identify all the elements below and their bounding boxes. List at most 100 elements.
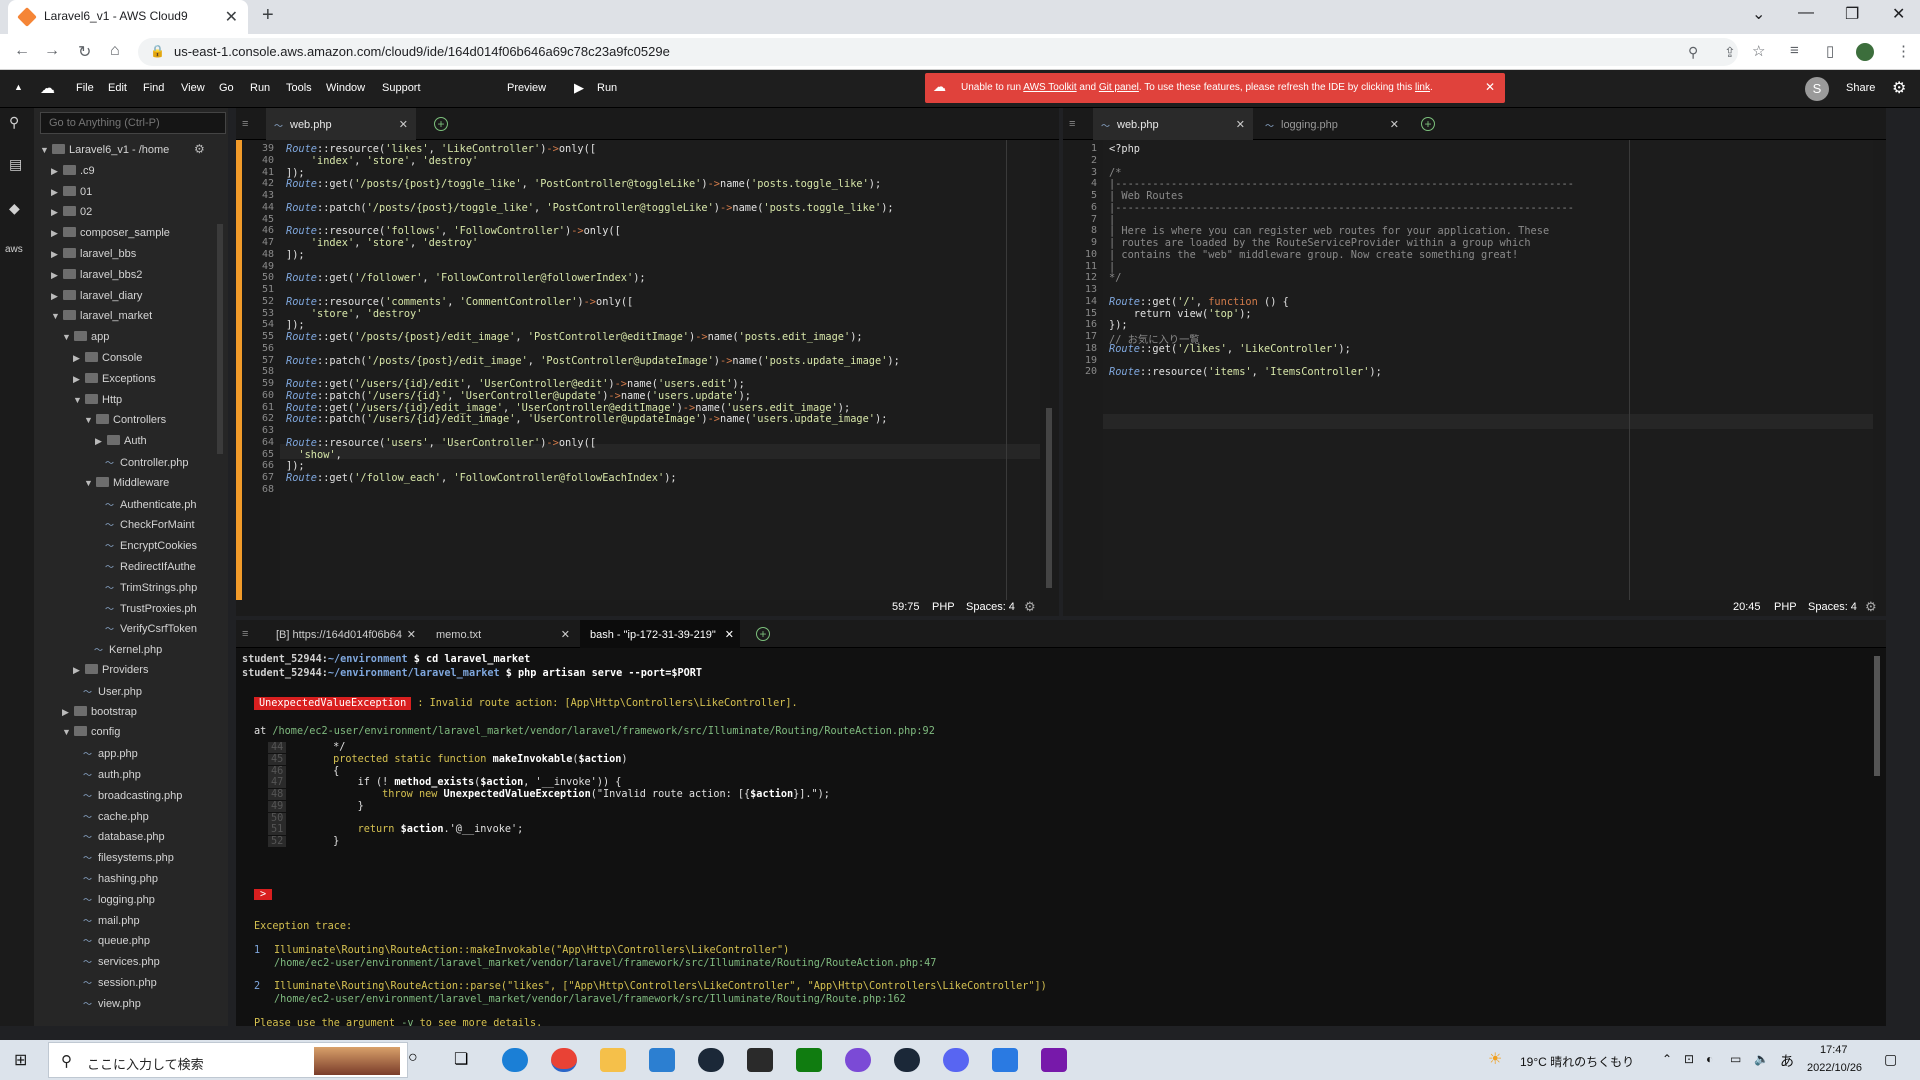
volume-icon[interactable]: 🔈: [1754, 1052, 1769, 1066]
menu-edit[interactable]: Edit: [108, 82, 127, 94]
left-code-area[interactable]: Route::resource('posts', 'PostController…: [280, 140, 1040, 600]
chevron-down-icon[interactable]: ▼: [51, 311, 61, 321]
xbox-icon[interactable]: [796, 1048, 822, 1072]
tree-folder[interactable]: ▼ Laravel6_v1 - /home: [40, 144, 169, 162]
close-tab-icon[interactable]: ✕: [407, 628, 416, 641]
share-button[interactable]: Share: [1846, 82, 1875, 94]
reading-list-icon[interactable]: ≡: [1790, 42, 1799, 59]
tree-folder[interactable]: ▶ .c9: [51, 164, 95, 183]
aws-label[interactable]: aws: [5, 244, 23, 255]
terminal-scrollbar[interactable]: [1874, 656, 1880, 776]
new-tab-icon[interactable]: +: [262, 4, 274, 27]
close-tab-icon[interactable]: ✕: [725, 628, 734, 641]
mail-icon[interactable]: [649, 1048, 675, 1072]
run-button[interactable]: Run: [597, 82, 617, 94]
chevron-right-icon[interactable]: ▶: [51, 207, 61, 218]
chevron-down-icon[interactable]: ▼: [84, 478, 94, 488]
tree-file[interactable]: 〜 TrustProxies.ph: [95, 602, 197, 620]
steam-icon-2[interactable]: [894, 1048, 920, 1072]
goto-anything-input[interactable]: [40, 112, 226, 134]
tray-chevron-icon[interactable]: ⌃: [1662, 1052, 1672, 1066]
chevron-down-icon[interactable]: ▼: [73, 395, 83, 405]
refresh-link[interactable]: link: [1415, 82, 1430, 93]
git-panel-link[interactable]: Git panel: [1099, 82, 1139, 93]
tree-file[interactable]: 〜 logging.php: [73, 893, 155, 911]
chevron-right-icon[interactable]: ▶: [51, 166, 61, 177]
bookmark-star-icon[interactable]: ☆: [1752, 42, 1765, 60]
menu-tools[interactable]: Tools: [286, 82, 312, 94]
tree-folder[interactable]: ▶ laravel_bbs2: [51, 268, 142, 287]
app-circle-icon[interactable]: [845, 1048, 871, 1072]
right-code-area[interactable]: <?php/* |--------------------------------…: [1103, 140, 1873, 600]
cortana-icon[interactable]: ○: [408, 1049, 418, 1067]
close-tab-icon[interactable]: ✕: [225, 7, 238, 27]
environment-folder-icon[interactable]: ▤: [9, 156, 22, 173]
tree-file[interactable]: 〜 session.php: [73, 976, 157, 994]
tree-file[interactable]: 〜 filesystems.php: [73, 851, 174, 869]
preview-button[interactable]: Preview: [507, 82, 546, 94]
tree-folder[interactable]: ▶ Providers: [73, 664, 148, 682]
onenote-icon[interactable]: [1041, 1048, 1067, 1072]
tree-settings-icon[interactable]: ⚙: [194, 142, 205, 156]
add-tab-icon[interactable]: +: [1421, 117, 1435, 131]
home-icon[interactable]: ⌂: [110, 42, 120, 60]
editor-settings-icon[interactable]: ⚙: [1865, 599, 1877, 615]
menu-go[interactable]: Go: [219, 82, 234, 94]
task-view-icon[interactable]: ❏: [454, 1049, 468, 1069]
add-tab-icon[interactable]: +: [434, 117, 448, 131]
close-window-icon[interactable]: ✕: [1892, 4, 1905, 24]
tree-file[interactable]: 〜 TrimStrings.php: [95, 581, 197, 599]
chevron-right-icon[interactable]: ▶: [73, 374, 83, 385]
menu-run[interactable]: Run: [250, 82, 270, 94]
indent-setting[interactable]: Spaces: 4: [1808, 601, 1857, 613]
tree-folder[interactable]: ▶ 01: [51, 185, 92, 204]
search-icon[interactable]: ⚲: [9, 114, 19, 131]
chevron-down-icon[interactable]: ▼: [84, 415, 94, 425]
user-avatar[interactable]: S: [1805, 77, 1829, 101]
tab-web-php[interactable]: 〜 web.php ✕: [266, 108, 416, 140]
clock-time[interactable]: 17:47: [1820, 1044, 1848, 1056]
chrome-icon[interactable]: [551, 1048, 577, 1072]
cloud9-logo-icon[interactable]: ☁: [40, 79, 55, 97]
tab-bash[interactable]: bash - "ip-172-31-39-219" ✕: [580, 620, 740, 648]
file-explorer-icon[interactable]: [600, 1048, 626, 1072]
forward-icon[interactable]: →: [44, 42, 60, 60]
language-mode[interactable]: PHP: [932, 601, 955, 613]
steam-icon[interactable]: [698, 1048, 724, 1072]
clock-date[interactable]: 2022/10/26: [1807, 1062, 1862, 1074]
chevron-right-icon[interactable]: ▶: [51, 187, 61, 198]
tab-browser-preview[interactable]: [B] https://164d014f06b64 ✕: [266, 620, 422, 648]
tree-folder[interactable]: ▶ 02: [51, 206, 92, 224]
chevron-down-icon[interactable]: ▼: [40, 145, 50, 155]
goto-input-field[interactable]: [41, 113, 225, 133]
menu-support[interactable]: Support: [382, 82, 421, 94]
chevron-right-icon[interactable]: ▶: [95, 436, 105, 447]
indent-setting[interactable]: Spaces: 4: [966, 601, 1015, 613]
tree-folder[interactable]: ▶ Console: [73, 352, 142, 370]
tree-file[interactable]: 〜 broadcasting.php: [73, 789, 182, 807]
epic-games-icon[interactable]: [747, 1048, 773, 1072]
menu-file[interactable]: File: [76, 82, 94, 94]
tab-memo-txt[interactable]: memo.txt ✕: [426, 620, 576, 648]
windows-start-icon[interactable]: ⊞: [14, 1050, 27, 1070]
tree-folder[interactable]: ▼ Http: [73, 393, 122, 412]
chevron-down-icon[interactable]: ▼: [62, 727, 72, 737]
tree-file[interactable]: 〜 hashing.php: [73, 872, 158, 890]
tree-file[interactable]: 〜 RedirectIfAuthe: [95, 560, 196, 578]
add-terminal-tab-icon[interactable]: +: [756, 627, 770, 641]
tree-file[interactable]: 〜 VerifyCsrfToken: [95, 622, 197, 640]
browser-menu-icon[interactable]: ⋮: [1896, 42, 1911, 60]
maximize-icon[interactable]: ❐: [1845, 4, 1859, 24]
tree-file[interactable]: 〜 EncryptCookies: [95, 539, 197, 557]
settings-gear-icon[interactable]: ⚙: [1892, 78, 1906, 98]
tree-file[interactable]: 〜 CheckForMaint: [95, 518, 195, 536]
chevron-right-icon[interactable]: ▶: [73, 665, 83, 676]
tree-file[interactable]: 〜 User.php: [73, 685, 142, 703]
aws-toolkit-link[interactable]: AWS Toolkit: [1023, 82, 1076, 93]
editor-settings-icon[interactable]: ⚙: [1024, 599, 1036, 615]
taskbar-search[interactable]: ⚲ ここに入力して検索: [48, 1042, 408, 1078]
profile-avatar-icon[interactable]: [1856, 43, 1874, 61]
tree-file[interactable]: 〜 services.php: [73, 955, 160, 973]
tree-folder[interactable]: ▼ Controllers: [84, 414, 166, 432]
back-icon[interactable]: ←: [14, 42, 30, 60]
